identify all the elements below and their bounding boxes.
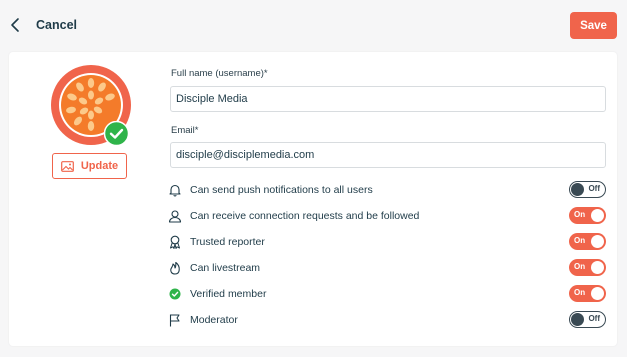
image-icon bbox=[60, 160, 74, 172]
cancel-button[interactable]: Cancel bbox=[36, 18, 77, 32]
fullname-input[interactable]: Disciple Media bbox=[170, 86, 606, 112]
toggle-knob bbox=[591, 235, 604, 248]
update-avatar-button[interactable]: Update bbox=[52, 153, 127, 179]
permission-row-trusted-reporter: Trusted reporter On bbox=[168, 233, 608, 253]
top-bar: Cancel Save bbox=[0, 0, 627, 52]
trusted-reporter-toggle[interactable]: On bbox=[569, 233, 606, 250]
bell-icon bbox=[169, 184, 181, 197]
toggle-knob bbox=[571, 183, 584, 196]
toggle-knob bbox=[591, 209, 604, 222]
permission-row-connection-requests: Can receive connection requests and be f… bbox=[168, 207, 608, 227]
permission-label: Trusted reporter bbox=[190, 236, 265, 248]
award-icon bbox=[170, 235, 180, 249]
toggle-knob bbox=[591, 287, 604, 300]
permission-label: Can livestream bbox=[190, 262, 261, 274]
toggle-state: On bbox=[574, 236, 586, 245]
permission-label: Can receive connection requests and be f… bbox=[190, 210, 420, 222]
verified-check-icon bbox=[104, 121, 129, 146]
toggle-knob bbox=[591, 261, 604, 274]
toggle-state: Off bbox=[588, 314, 600, 323]
permission-row-moderator: Moderator Off bbox=[168, 311, 608, 331]
verified-check-icon bbox=[169, 288, 181, 300]
update-button-label: Update bbox=[80, 160, 119, 172]
chevron-left-icon[interactable] bbox=[9, 17, 23, 33]
permission-row-verified-member: Verified member On bbox=[168, 285, 608, 305]
user-icon bbox=[168, 210, 182, 223]
flame-icon bbox=[170, 261, 180, 275]
fullname-label: Full name (username)* bbox=[171, 68, 268, 79]
permission-row-push-notifications: Can send push notifications to all users… bbox=[168, 181, 608, 201]
livestream-toggle[interactable]: On bbox=[569, 259, 606, 276]
toggle-state: On bbox=[574, 262, 586, 271]
push-notifications-toggle[interactable]: Off bbox=[569, 181, 606, 198]
permission-label: Moderator bbox=[190, 314, 238, 326]
connection-requests-toggle[interactable]: On bbox=[569, 207, 606, 224]
email-input[interactable]: disciple@disciplemedia.com bbox=[170, 142, 606, 168]
email-label: Email* bbox=[171, 125, 199, 136]
flag-icon bbox=[169, 314, 180, 327]
permission-label: Verified member bbox=[190, 288, 267, 300]
save-button[interactable]: Save bbox=[570, 12, 617, 39]
permission-row-livestream: Can livestream On bbox=[168, 259, 608, 279]
permission-label: Can send push notifications to all users bbox=[190, 184, 373, 196]
toggle-state: Off bbox=[588, 184, 600, 193]
toggle-state: On bbox=[574, 210, 586, 219]
moderator-toggle[interactable]: Off bbox=[569, 311, 606, 328]
toggle-knob bbox=[571, 313, 584, 326]
verified-member-toggle[interactable]: On bbox=[569, 285, 606, 302]
toggle-state: On bbox=[574, 288, 586, 297]
